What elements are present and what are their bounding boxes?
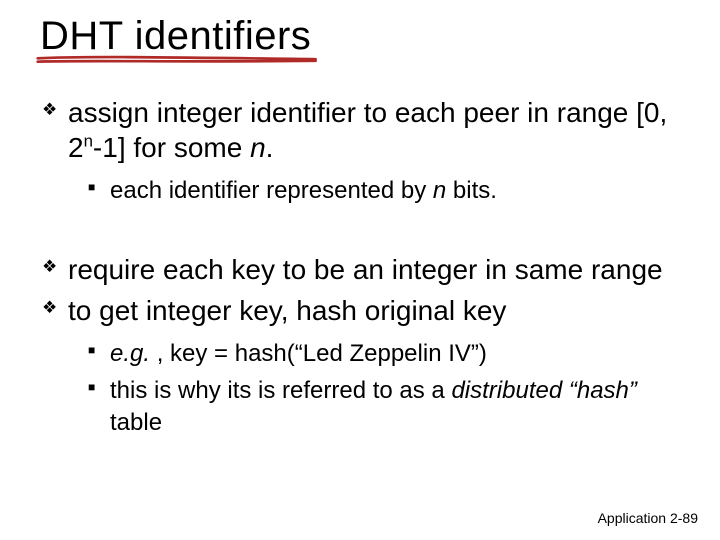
text: , key = hash(“Led Zeppelin IV”) <box>150 340 487 367</box>
italic-n: n <box>250 132 266 163</box>
text: -1] for some <box>93 132 250 163</box>
sub-list: e.g. , key = hash(“Led Zeppelin IV”) thi… <box>88 338 692 438</box>
slide-footer: Application 2-89 <box>598 510 698 526</box>
slide: DHT identifiers assign integer identifie… <box>0 0 720 540</box>
text: this is why its is referred to as a <box>110 377 451 404</box>
title-wrap: DHT identifiers <box>40 14 311 59</box>
text: . <box>266 132 274 163</box>
text: table <box>110 409 162 436</box>
bullet-list-2: require each key to be an integer in sam… <box>42 252 692 438</box>
bullet-hash: to get integer key, hash original key e.… <box>42 293 692 438</box>
sub-bullet-example: e.g. , key = hash(“Led Zeppelin IV”) <box>88 338 692 369</box>
bullet-list-1: assign integer identifier to each peer i… <box>42 95 692 206</box>
sub-bullet-distributed: this is why its is referred to as a dist… <box>88 375 692 437</box>
page-title: DHT identifiers <box>40 14 311 59</box>
text: each identifier represented by <box>110 177 433 204</box>
sub-bullet-nbits: each identifier represented by n bits. <box>88 175 692 206</box>
italic-eg: e.g. <box>110 340 150 367</box>
content: assign integer identifier to each peer i… <box>42 95 692 438</box>
text: require each key to be an integer in sam… <box>68 254 663 285</box>
text: bits. <box>446 177 497 204</box>
superscript-n: n <box>84 132 93 151</box>
bullet-require: require each key to be an integer in sam… <box>42 252 692 287</box>
sub-list: each identifier represented by n bits. <box>88 175 692 206</box>
italic-distributed-hash: distributed “hash” <box>451 377 636 404</box>
text: to get integer key, hash original key <box>68 295 506 326</box>
italic-n: n <box>433 177 446 204</box>
bullet-assign: assign integer identifier to each peer i… <box>42 95 692 206</box>
spacer <box>42 230 692 252</box>
